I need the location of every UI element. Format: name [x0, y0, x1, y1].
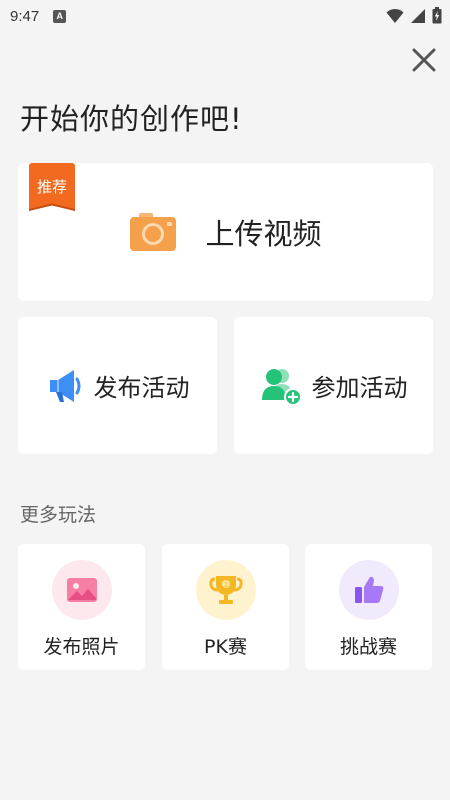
camera-icon [130, 213, 177, 251]
svg-text:1: 1 [223, 581, 227, 589]
publish-photo-label: 发布照片 [43, 636, 120, 658]
status-icons [386, 7, 442, 24]
photo-icon [66, 578, 97, 602]
join-activity-card[interactable]: 参加活动 [234, 317, 433, 454]
join-activity-label: 参加活动 [311, 374, 408, 402]
more-section-title: 更多玩法 [20, 504, 97, 526]
trophy-icon-circle: 1 [195, 560, 256, 620]
challenge-contest-label: 挑战赛 [339, 636, 397, 658]
publish-photo-card[interactable]: 发布照片 [18, 544, 145, 670]
photo-icon-circle [51, 560, 112, 620]
signal-icon [411, 8, 425, 23]
page-title: 开始你的创作吧! [20, 102, 243, 136]
upload-video-card[interactable]: 上传视频 [18, 163, 433, 301]
recommended-badge: 推荐 [29, 163, 75, 209]
pk-contest-label: PK赛 [204, 636, 247, 658]
notification-icon: A [53, 9, 67, 23]
close-icon [412, 48, 436, 72]
megaphone-icon [49, 369, 80, 402]
thumbs-up-icon-circle [338, 560, 399, 620]
status-bar: 9:47 A [0, 0, 450, 32]
status-time: 9:47 [10, 7, 40, 25]
publish-activity-label: 发布活动 [93, 374, 190, 402]
pk-contest-card[interactable]: 1 PK赛 [162, 544, 289, 670]
challenge-contest-card[interactable]: 挑战赛 [305, 544, 432, 670]
join-group-icon [261, 368, 302, 406]
thumbs-up-icon [354, 576, 383, 603]
upload-video-label: 上传视频 [205, 217, 322, 251]
publish-activity-card[interactable]: 发布活动 [18, 317, 217, 454]
trophy-icon: 1 [208, 576, 243, 604]
wifi-icon [386, 8, 404, 23]
battery-icon [432, 7, 442, 24]
close-button[interactable] [410, 46, 438, 74]
